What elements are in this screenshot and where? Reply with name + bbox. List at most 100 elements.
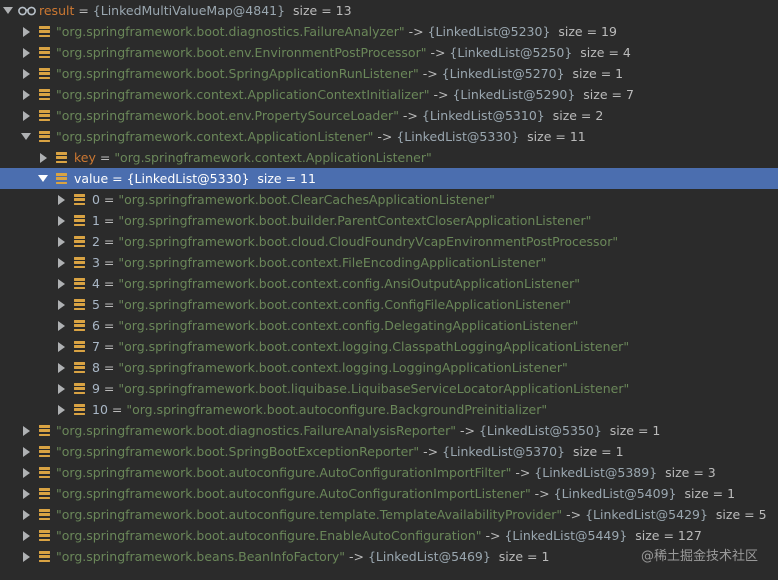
tree-row-list-item[interactable]: 9 = "org.springframework.boot.liquibase.… bbox=[0, 378, 778, 399]
chevron-right-icon[interactable] bbox=[55, 231, 67, 252]
tree-row-list-item[interactable]: 8 = "org.springframework.boot.context.lo… bbox=[0, 357, 778, 378]
chevron-right-icon[interactable] bbox=[55, 357, 67, 378]
list-value: "org.springframework.boot.autoconfigure.… bbox=[126, 402, 548, 417]
size-label: size = 11 bbox=[257, 171, 316, 186]
field-value: "org.springframework.context.Application… bbox=[114, 150, 432, 165]
tree-row-result[interactable]: result = {LinkedMultiValueMap@4841} size… bbox=[0, 0, 778, 21]
list-value: "org.springframework.boot.builder.Parent… bbox=[118, 213, 592, 228]
list-index: 4 bbox=[92, 276, 100, 291]
chevron-right-icon[interactable] bbox=[20, 504, 32, 525]
chevron-right-icon[interactable] bbox=[20, 441, 32, 462]
tree-row-text: "org.springframework.boot.autoconfigure.… bbox=[56, 483, 735, 504]
tree-row-text: result = {LinkedMultiValueMap@4841} size… bbox=[39, 0, 352, 21]
chevron-right-icon[interactable] bbox=[55, 315, 67, 336]
entry-key: "org.springframework.boot.autoconfigure.… bbox=[56, 528, 482, 543]
list-index: 2 bbox=[92, 234, 100, 249]
equals-sign: = bbox=[99, 339, 119, 354]
chevron-right-icon[interactable] bbox=[20, 21, 32, 42]
tree-row-entry[interactable]: "org.springframework.boot.SpringApplicat… bbox=[0, 63, 778, 84]
entry-key: "org.springframework.beans.BeanInfoFacto… bbox=[56, 549, 346, 564]
tree-row-entry[interactable]: "org.springframework.boot.SpringBootExce… bbox=[0, 441, 778, 462]
tree-row-text: 5 = "org.springframework.boot.context.co… bbox=[92, 294, 571, 315]
chevron-right-icon[interactable] bbox=[55, 399, 67, 420]
tree-row-entry[interactable]: "org.springframework.boot.autoconfigure.… bbox=[0, 525, 778, 546]
tree-row-list-item[interactable]: 6 = "org.springframework.boot.context.co… bbox=[0, 315, 778, 336]
chevron-right-icon[interactable] bbox=[55, 252, 67, 273]
tree-row-list-item[interactable]: 10 = "org.springframework.boot.autoconfi… bbox=[0, 399, 778, 420]
tree-row-entry[interactable]: "org.springframework.boot.env.PropertySo… bbox=[0, 105, 778, 126]
list-index: 0 bbox=[92, 192, 100, 207]
tree-row-entry[interactable]: "org.springframework.boot.diagnostics.Fa… bbox=[0, 420, 778, 441]
tree-row-list-item[interactable]: 5 = "org.springframework.boot.context.co… bbox=[0, 294, 778, 315]
chevron-right-icon[interactable] bbox=[20, 462, 32, 483]
tree-row-list-item[interactable]: 7 = "org.springframework.boot.context.lo… bbox=[0, 336, 778, 357]
chevron-right-icon[interactable] bbox=[20, 483, 32, 504]
chevron-down-icon[interactable] bbox=[2, 0, 14, 21]
tree-row-list-item[interactable]: 4 = "org.springframework.boot.context.co… bbox=[0, 273, 778, 294]
tree-row-list-item[interactable]: 1 = "org.springframework.boot.builder.Pa… bbox=[0, 210, 778, 231]
tree-row-text: "org.springframework.boot.autoconfigure.… bbox=[56, 504, 767, 525]
chevron-right-icon[interactable] bbox=[20, 63, 32, 84]
size-label: size = 1 bbox=[498, 549, 550, 564]
tree-row-entry[interactable]: "org.springframework.boot.autoconfigure.… bbox=[0, 462, 778, 483]
chevron-right-icon[interactable] bbox=[20, 42, 32, 63]
list-index: 6 bbox=[92, 318, 100, 333]
tree-row-list-item[interactable]: 0 = "org.springframework.boot.ClearCache… bbox=[0, 189, 778, 210]
tree-row-text: 4 = "org.springframework.boot.context.co… bbox=[92, 273, 580, 294]
tree-row-text: 6 = "org.springframework.boot.context.co… bbox=[92, 315, 578, 336]
tree-row-entry-expanded[interactable]: "org.springframework.context.Application… bbox=[0, 126, 778, 147]
entry-key: "org.springframework.boot.SpringBootExce… bbox=[56, 444, 420, 459]
field-list-icon bbox=[39, 26, 50, 37]
tree-row-value-selected[interactable]: value = {LinkedList@5330} size = 11 bbox=[0, 168, 778, 189]
tree-row-text: 2 = "org.springframework.boot.cloud.Clou… bbox=[92, 231, 618, 252]
arrow-separator: -> bbox=[404, 24, 428, 39]
list-index: 5 bbox=[92, 297, 100, 312]
object-reference: {LinkedList@5330} bbox=[396, 129, 520, 144]
equals-sign: = bbox=[99, 276, 119, 291]
chevron-right-icon[interactable] bbox=[20, 546, 32, 567]
equals-sign: = bbox=[99, 192, 119, 207]
chevron-right-icon[interactable] bbox=[20, 420, 32, 441]
chevron-right-icon[interactable] bbox=[55, 273, 67, 294]
object-reference: {LinkedList@5429} bbox=[585, 507, 708, 522]
tree-row-text: value = {LinkedList@5330} size = 11 bbox=[74, 168, 316, 189]
arrow-separator: -> bbox=[345, 549, 368, 564]
chevron-right-icon[interactable] bbox=[55, 210, 67, 231]
tree-row-entry[interactable]: "org.springframework.boot.autoconfigure.… bbox=[0, 483, 778, 504]
chevron-right-icon[interactable] bbox=[55, 294, 67, 315]
equals-sign: = bbox=[99, 213, 119, 228]
object-reference: {LinkedList@5290} bbox=[452, 87, 576, 102]
chevron-right-icon[interactable] bbox=[37, 147, 49, 168]
chevron-right-icon[interactable] bbox=[20, 525, 32, 546]
tree-row-entry[interactable]: "org.springframework.boot.diagnostics.Fa… bbox=[0, 21, 778, 42]
size-label: size = 1 bbox=[572, 66, 624, 81]
field-list-icon bbox=[39, 446, 50, 457]
field-list-icon bbox=[39, 47, 50, 58]
tree-row-list-item[interactable]: 3 = "org.springframework.boot.context.Fi… bbox=[0, 252, 778, 273]
chevron-down-icon[interactable] bbox=[37, 168, 49, 189]
field-list-icon bbox=[74, 278, 85, 289]
field-list-icon bbox=[39, 488, 50, 499]
chevron-right-icon[interactable] bbox=[20, 84, 32, 105]
tree-row-list-item[interactable]: 2 = "org.springframework.boot.cloud.Clou… bbox=[0, 231, 778, 252]
field-list-icon bbox=[39, 131, 50, 142]
tree-row-key[interactable]: key = "org.springframework.context.Appli… bbox=[0, 147, 778, 168]
size-label: size = 11 bbox=[527, 129, 586, 144]
chevron-right-icon[interactable] bbox=[55, 336, 67, 357]
chevron-right-icon[interactable] bbox=[55, 189, 67, 210]
tree-row-entry[interactable]: "org.springframework.boot.env.Environmen… bbox=[0, 42, 778, 63]
tree-row-text: 8 = "org.springframework.boot.context.lo… bbox=[92, 357, 568, 378]
arrow-separator: -> bbox=[419, 444, 443, 459]
object-reference: {LinkedList@5270} bbox=[441, 66, 565, 81]
field-list-icon bbox=[74, 383, 85, 394]
tree-row-entry[interactable]: "org.springframework.boot.autoconfigure.… bbox=[0, 504, 778, 525]
entry-key: "org.springframework.boot.autoconfigure.… bbox=[56, 486, 531, 501]
chevron-right-icon[interactable] bbox=[55, 378, 67, 399]
chevron-down-icon[interactable] bbox=[20, 126, 32, 147]
equals-sign: = bbox=[107, 402, 127, 417]
chevron-right-icon[interactable] bbox=[20, 105, 32, 126]
size-label: size = 2 bbox=[552, 108, 604, 123]
arrow-separator: -> bbox=[429, 87, 453, 102]
tree-row-entry[interactable]: "org.springframework.context.Application… bbox=[0, 84, 778, 105]
field-list-icon bbox=[74, 341, 85, 352]
